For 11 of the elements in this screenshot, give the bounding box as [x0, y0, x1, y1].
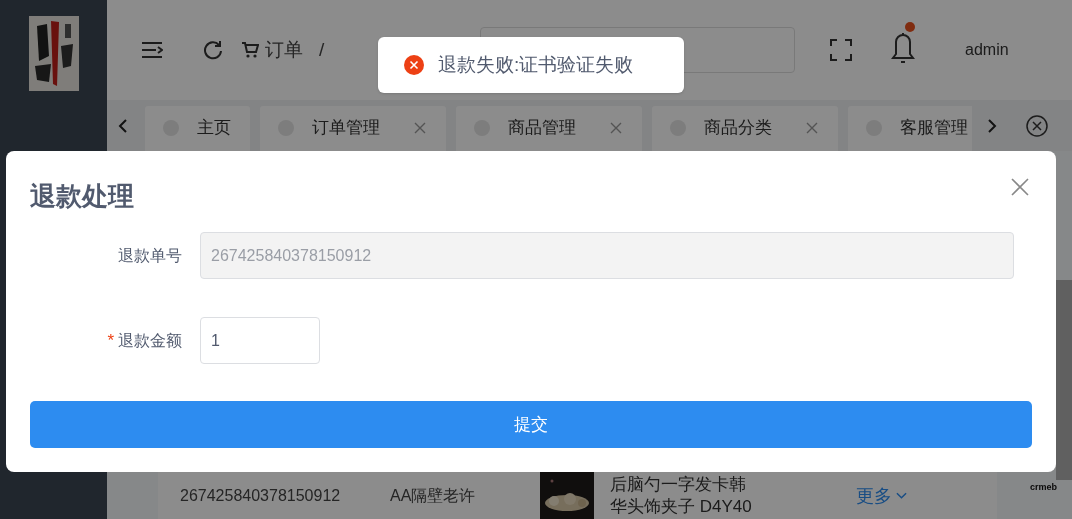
field-label: 退款金额 [118, 330, 182, 351]
required-mark: * [107, 329, 114, 352]
table-cell-text: AA隔壁老许 [390, 486, 477, 506]
breadcrumb-separator: / [319, 37, 325, 62]
field-label: 退款单号 [118, 245, 182, 266]
toast-message: 退款失败:证书验证失败 [438, 52, 634, 77]
product-name-line: 后脑勺一字发卡韩 [610, 474, 747, 496]
product-name-line: 华头饰夹子 D4Y40 [610, 496, 753, 518]
dialog-title: 退款处理 [30, 180, 134, 213]
table-cell-text: 267425840378150912 [180, 486, 342, 506]
logo-text: crmeb [1030, 481, 1057, 494]
